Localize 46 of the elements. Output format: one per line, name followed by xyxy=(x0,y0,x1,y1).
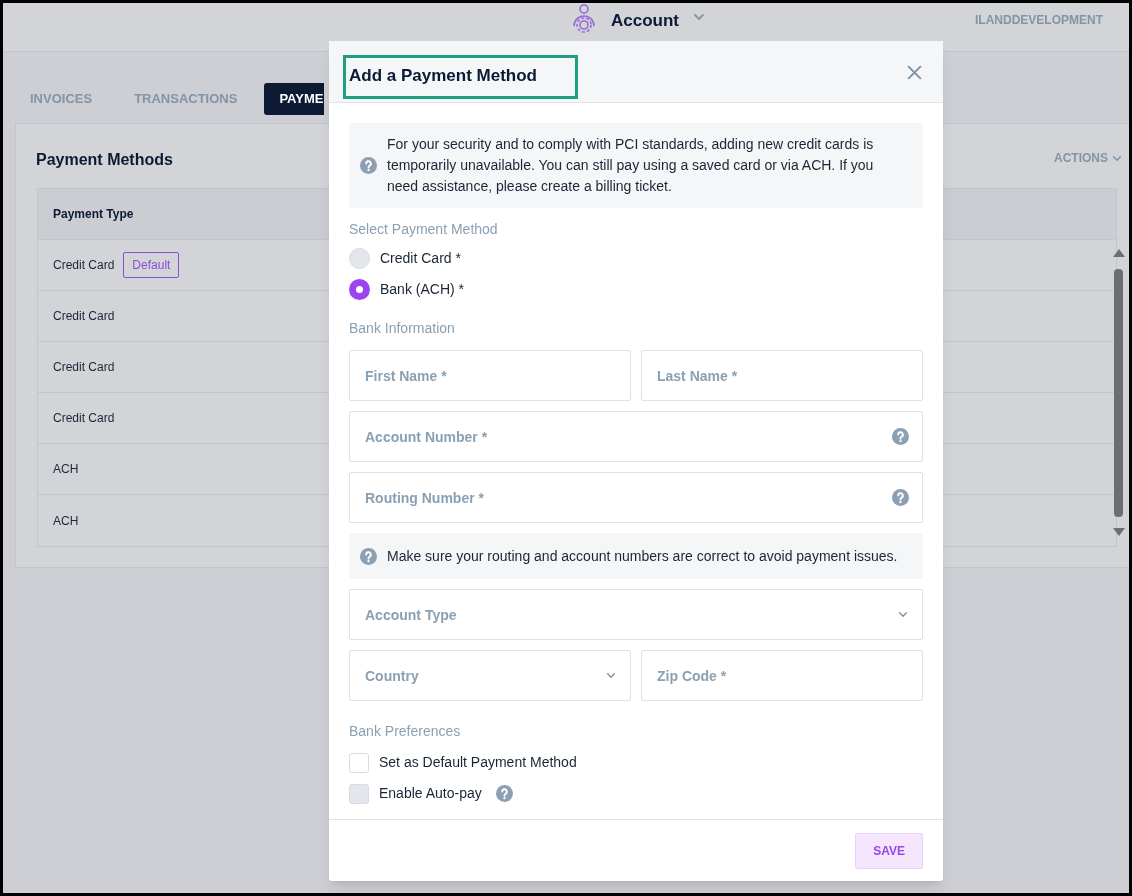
table-cell-text: Credit Card xyxy=(53,410,115,427)
table-cell-text: ACH xyxy=(53,461,79,478)
org-name[interactable]: ILANDDEVELOPMENT xyxy=(975,11,1103,29)
hint-text: Make sure your routing and account numbers are correct to avoid payment issues. xyxy=(387,546,898,566)
dropdown-field[interactable]: Account Type xyxy=(349,589,923,640)
help-icon[interactable] xyxy=(360,547,377,565)
input-field[interactable]: Account Number * xyxy=(349,411,923,462)
tab[interactable]: TRANSACTIONS xyxy=(119,82,253,115)
table-cell-text: Credit Card xyxy=(53,359,115,376)
dropdown-field[interactable]: Country xyxy=(349,650,631,701)
chevron-down-icon xyxy=(606,672,616,679)
checkbox-label: Enable Auto-pay xyxy=(379,784,482,803)
help-icon[interactable] xyxy=(360,157,377,174)
scrollbar-thumb[interactable] xyxy=(1114,269,1123,517)
tab[interactable]: PAYME xyxy=(264,82,325,115)
help-icon[interactable] xyxy=(892,489,909,506)
radio-option[interactable]: Credit Card * xyxy=(349,248,461,269)
chevron-down-icon xyxy=(1112,154,1122,162)
modal-title: Add a Payment Method xyxy=(349,65,537,87)
tab[interactable]: INVOICES xyxy=(15,82,108,115)
section-label: Bank Preferences xyxy=(349,722,462,741)
input-field[interactable]: Last Name * xyxy=(641,350,923,401)
close-icon[interactable] xyxy=(906,64,923,81)
table-cell-text: Credit Card xyxy=(53,308,115,325)
checkbox-label: Set as Default Payment Method xyxy=(379,753,577,772)
actions-button[interactable]: ACTIONS xyxy=(1054,149,1122,167)
table-cell-text: Credit Card xyxy=(53,257,115,274)
card-title: Payment Methods xyxy=(36,150,173,170)
security-notice: For your security and to comply with PCI standards, adding new credit cards is temporarily unavailable. You can still pay using a saved card or via ACH. If you need assistance, please create a billing ticket. xyxy=(387,135,875,196)
scroll-up-arrow-icon[interactable] xyxy=(1113,249,1125,257)
save-button[interactable]: SAVE xyxy=(855,832,923,869)
radio-option[interactable]: Bank (ACH) * xyxy=(349,279,465,300)
input-field[interactable]: Zip Code * xyxy=(641,650,923,701)
section-label: Bank Information xyxy=(349,319,456,338)
help-icon[interactable] xyxy=(892,428,909,445)
chevron-down-icon[interactable] xyxy=(693,13,705,21)
column-header[interactable]: Payment Type xyxy=(53,205,134,223)
page-title: Account xyxy=(611,10,679,32)
input-field[interactable]: First Name * xyxy=(349,350,631,401)
section-label: Select Payment Method xyxy=(349,220,499,239)
input-field[interactable]: Routing Number * xyxy=(349,472,923,523)
default-badge: Default xyxy=(123,252,180,278)
checkbox[interactable] xyxy=(349,752,369,773)
chevron-down-icon xyxy=(898,611,908,618)
scroll-down-arrow-icon[interactable] xyxy=(1113,528,1125,536)
table-cell-text: ACH xyxy=(53,512,79,530)
